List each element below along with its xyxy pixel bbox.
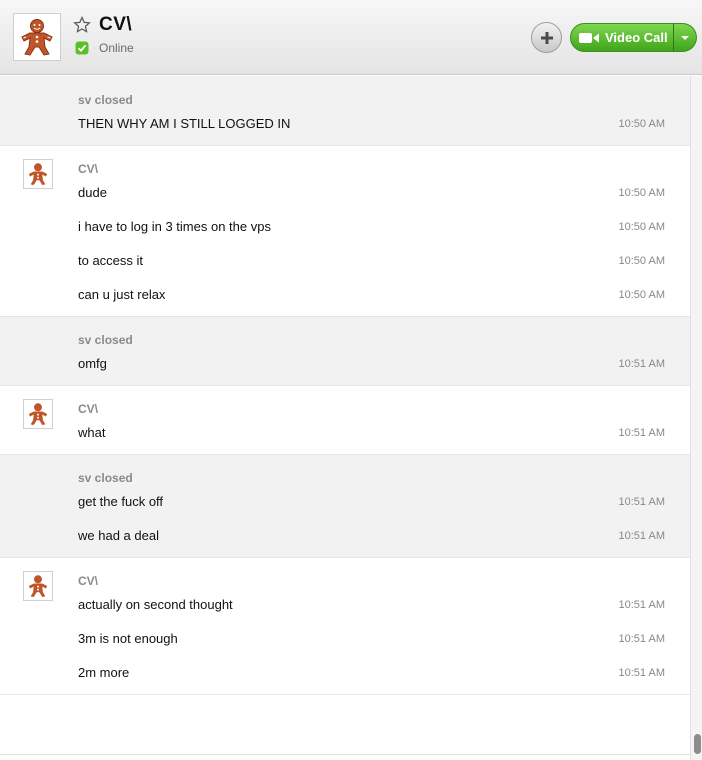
message-time: 10:50 AM bbox=[618, 255, 665, 267]
message-time: 10:51 AM bbox=[618, 496, 665, 508]
message-text: to access it bbox=[78, 253, 144, 268]
message-text: we had a deal bbox=[78, 528, 159, 543]
sender-name: sv closed bbox=[78, 333, 133, 347]
message-text: get the fuck off bbox=[78, 494, 164, 509]
video-call-dropdown[interactable] bbox=[673, 23, 697, 52]
message-group: sv closed get the fuck off 10:51 AM we h… bbox=[0, 455, 690, 558]
contact-avatar-small[interactable] bbox=[23, 571, 53, 601]
message-time: 10:51 AM bbox=[618, 530, 665, 542]
message-time: 10:51 AM bbox=[618, 427, 665, 439]
sender-name: CV\ bbox=[78, 402, 99, 416]
message-list-scrollbar[interactable] bbox=[690, 76, 702, 760]
message-text: 3m is not enough bbox=[78, 631, 178, 646]
sender-name: sv closed bbox=[78, 93, 133, 107]
message-group: sv closed omfg 10:51 AM bbox=[0, 317, 690, 386]
video-call-label: Video Call bbox=[605, 30, 668, 45]
plus-icon bbox=[540, 31, 553, 44]
message-text: THEN WHY AM I STILL LOGGED IN bbox=[78, 116, 291, 131]
message-text: actually on second thought bbox=[78, 597, 233, 612]
message-text: can u just relax bbox=[78, 287, 166, 302]
message-group: CV\ actually on second thought 10:51 AM … bbox=[0, 558, 690, 695]
divider bbox=[0, 754, 690, 755]
message-time: 10:51 AM bbox=[618, 633, 665, 645]
contact-avatar-small[interactable] bbox=[23, 399, 53, 429]
chevron-down-icon bbox=[681, 35, 689, 40]
message-group: CV\ what 10:51 AM bbox=[0, 386, 690, 455]
gingerbread-avatar-icon bbox=[28, 163, 48, 185]
message-time: 10:50 AM bbox=[618, 289, 665, 301]
gingerbread-avatar-icon bbox=[28, 575, 48, 597]
sender-name: CV\ bbox=[78, 574, 99, 588]
add-participant-button[interactable] bbox=[531, 22, 562, 53]
scrollbar-thumb[interactable] bbox=[694, 734, 701, 754]
message-time: 10:50 AM bbox=[618, 187, 665, 199]
online-status-icon bbox=[75, 41, 89, 55]
message-group: CV\ dude 10:50 AM i have to log in 3 tim… bbox=[0, 146, 690, 317]
status-text: Online bbox=[99, 41, 134, 55]
gingerbread-avatar-icon bbox=[28, 403, 48, 425]
sender-name: CV\ bbox=[78, 162, 99, 176]
message-time: 10:50 AM bbox=[618, 118, 665, 130]
star-icon[interactable] bbox=[73, 16, 91, 34]
contact-avatar[interactable] bbox=[13, 13, 61, 61]
video-camera-icon bbox=[579, 32, 599, 43]
video-call-button[interactable]: Video Call bbox=[570, 23, 674, 52]
conversation-header: CV\ Online Video Call bbox=[0, 0, 702, 75]
message-list[interactable]: sv closed THEN WHY AM I STILL LOGGED IN … bbox=[0, 76, 690, 760]
message-time: 10:51 AM bbox=[618, 358, 665, 370]
message-time: 10:50 AM bbox=[618, 221, 665, 233]
message-time: 10:51 AM bbox=[618, 599, 665, 611]
gingerbread-avatar-icon bbox=[21, 19, 53, 56]
contact-avatar-small[interactable] bbox=[23, 159, 53, 189]
message-text: i have to log in 3 times on the vps bbox=[78, 219, 271, 234]
message-group: sv closed THEN WHY AM I STILL LOGGED IN … bbox=[0, 76, 690, 146]
message-text: dude bbox=[78, 185, 107, 200]
message-text: what bbox=[78, 425, 106, 440]
message-time: 10:51 AM bbox=[618, 667, 665, 679]
contact-name: CV\ bbox=[99, 14, 133, 35]
message-text: 2m more bbox=[78, 665, 130, 680]
message-text: omfg bbox=[78, 356, 107, 371]
sender-name: sv closed bbox=[78, 471, 133, 485]
